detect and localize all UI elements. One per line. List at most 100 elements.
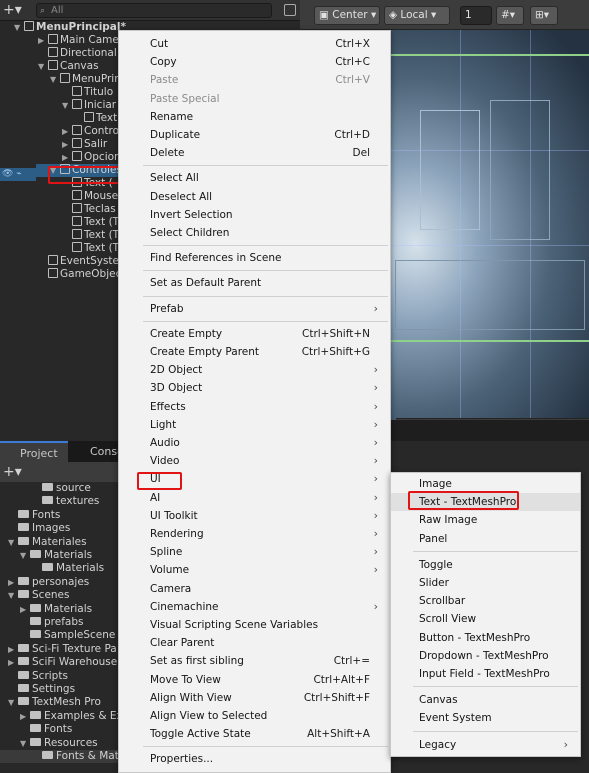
menu-item-shortcut: Ctrl+Shift+G bbox=[301, 346, 370, 358]
menu-item-label: AI bbox=[150, 491, 161, 504]
space-local-dropdown[interactable]: ◈ Local ▾ bbox=[384, 6, 450, 25]
menu-item-deselect-all[interactable]: Deselect All bbox=[119, 188, 390, 206]
text-textmeshpro-highlight-outline bbox=[408, 491, 519, 510]
menu-item-video[interactable]: Video › bbox=[119, 452, 390, 470]
folder-arrow-icon[interactable]: ▶ bbox=[8, 643, 18, 656]
menu-item-prefab[interactable]: Prefab › bbox=[119, 300, 390, 318]
menu-item-rendering[interactable]: Rendering › bbox=[119, 525, 390, 543]
add-button[interactable]: +▾ bbox=[3, 2, 27, 18]
lock-icon[interactable] bbox=[284, 4, 296, 16]
collapse-arrow-icon[interactable]: ▶ bbox=[62, 125, 72, 138]
submenu-item-dropdown-textmeshpro[interactable]: Dropdown - TextMeshPro bbox=[391, 647, 580, 665]
hierarchy-search-input[interactable]: ⌕ All bbox=[36, 3, 272, 18]
folder-arrow-icon[interactable]: ▼ bbox=[8, 536, 18, 549]
submenu-item-raw-image[interactable]: Raw Image bbox=[391, 511, 580, 529]
folder-arrow-icon[interactable]: ▼ bbox=[20, 549, 30, 562]
expand-arrow-icon[interactable]: ▼ bbox=[14, 21, 24, 34]
hierarchy-item-label: Text (T bbox=[84, 242, 120, 254]
menu-item-invert-selection[interactable]: Invert Selection bbox=[119, 206, 390, 224]
gameobject-cube-icon bbox=[72, 229, 82, 239]
folder-arrow-icon[interactable]: ▶ bbox=[20, 603, 30, 616]
menu-item-effects[interactable]: Effects › bbox=[119, 398, 390, 416]
menu-item-ai[interactable]: AI › bbox=[119, 489, 390, 507]
collapse-arrow-icon[interactable]: ▶ bbox=[38, 34, 48, 47]
menu-item-shortcut: Ctrl+= bbox=[333, 655, 370, 668]
menu-item-select-all[interactable]: Select All bbox=[119, 169, 390, 187]
menu-item-set-as-first-sibling[interactable]: Set as first sibling Ctrl+= bbox=[119, 652, 390, 670]
menu-item-camera[interactable]: Camera bbox=[119, 580, 390, 598]
project-item-label: SampleScene bbox=[44, 629, 116, 642]
grid-size-input[interactable]: 1 bbox=[460, 6, 492, 25]
submenu-item-slider[interactable]: Slider bbox=[391, 574, 580, 592]
submenu-item-panel[interactable]: Panel bbox=[391, 530, 580, 548]
menu-item-align-view-to-selected[interactable]: Align View to Selected bbox=[119, 707, 390, 725]
folder-arrow-icon[interactable]: ▶ bbox=[8, 576, 18, 589]
hierarchy-item-label: Directional bbox=[60, 47, 117, 59]
menu-item-audio[interactable]: Audio › bbox=[119, 434, 390, 452]
folder-arrow-icon[interactable]: ▶ bbox=[20, 710, 30, 723]
menu-item-duplicate[interactable]: Duplicate Ctrl+D bbox=[119, 126, 390, 144]
expand-arrow-icon[interactable]: ▼ bbox=[38, 60, 48, 73]
folder-arrow-icon[interactable]: ▼ bbox=[8, 589, 18, 602]
submenu-item-event-system[interactable]: Event System bbox=[391, 709, 580, 727]
submenu-item-canvas[interactable]: Canvas bbox=[391, 691, 580, 709]
menu-item-move-to-view[interactable]: Move To View Ctrl+Alt+F bbox=[119, 671, 390, 689]
menu-separator bbox=[143, 320, 388, 322]
increment-snap-icon[interactable]: ⊞▾ bbox=[530, 6, 558, 25]
menu-item-spline[interactable]: Spline › bbox=[119, 543, 390, 561]
folder-arrow-icon[interactable]: ▶ bbox=[8, 656, 18, 669]
collapse-arrow-icon[interactable]: ▶ bbox=[62, 151, 72, 164]
menu-item-volume[interactable]: Volume › bbox=[119, 561, 390, 579]
menu-item-2d-object[interactable]: 2D Object › bbox=[119, 361, 390, 379]
hierarchy-item-label: MenuPrin bbox=[72, 73, 121, 85]
menu-item-shortcut: Ctrl+Shift+N bbox=[302, 327, 370, 340]
menu-item-visual-scripting-scene-variables[interactable]: Visual Scripting Scene Variables bbox=[119, 616, 390, 634]
menu-item-label: Volume bbox=[150, 564, 190, 577]
submenu-item-scrollbar[interactable]: Scrollbar bbox=[391, 592, 580, 610]
selection-highlight-outline bbox=[48, 166, 123, 184]
menu-item-set-as-default-parent[interactable]: Set as Default Parent bbox=[119, 274, 390, 292]
gameobject-cube-icon bbox=[60, 73, 70, 83]
submenu-item-input-field-textmeshpro[interactable]: Input Field - TextMeshPro bbox=[391, 665, 580, 683]
tab-project[interactable]: Project bbox=[0, 441, 68, 462]
expand-arrow-icon[interactable]: ▼ bbox=[50, 73, 60, 86]
grid-snap-icon[interactable]: #▾ bbox=[496, 6, 524, 25]
submenu-item-label: Toggle bbox=[419, 558, 453, 571]
menu-item-copy[interactable]: Copy Ctrl+C bbox=[119, 53, 390, 71]
submenu-item-button-textmeshpro[interactable]: Button - TextMeshPro bbox=[391, 629, 580, 647]
menu-item-delete[interactable]: Delete Del bbox=[119, 144, 390, 162]
submenu-item-scroll-view[interactable]: Scroll View bbox=[391, 610, 580, 628]
menu-item-label: Deselect All bbox=[150, 190, 213, 203]
menu-item-cinemachine[interactable]: Cinemachine › bbox=[119, 598, 390, 616]
menu-item-align-with-view[interactable]: Align With View Ctrl+Shift+F bbox=[119, 689, 390, 707]
menu-item-properties[interactable]: Properties... bbox=[119, 750, 390, 768]
menu-item-label: Cinemachine bbox=[150, 600, 219, 613]
pivot-center-dropdown[interactable]: ▣ Center ▾ bbox=[314, 6, 380, 25]
expand-arrow-icon[interactable]: ▼ bbox=[62, 99, 72, 112]
menu-item-light[interactable]: Light › bbox=[119, 416, 390, 434]
menu-item-create-empty-parent[interactable]: Create Empty Parent Ctrl+Shift+G bbox=[119, 343, 390, 361]
folder-icon bbox=[18, 684, 29, 692]
collapse-arrow-icon[interactable]: ▶ bbox=[62, 138, 72, 151]
menu-item-create-empty[interactable]: Create Empty Ctrl+Shift+N bbox=[119, 325, 390, 343]
gameobject-cube-icon bbox=[48, 34, 58, 44]
submenu-item-toggle[interactable]: Toggle bbox=[391, 556, 580, 574]
ui-submenu: Image Text - TextMeshPro Raw Image Panel Tog… bbox=[390, 472, 581, 757]
menu-item-label: Delete bbox=[150, 147, 185, 160]
menu-item-label: Prefab bbox=[150, 302, 184, 315]
menu-item-3d-object[interactable]: 3D Object › bbox=[119, 379, 390, 397]
menu-item-select-children[interactable]: Select Children bbox=[119, 224, 390, 242]
add-asset-button[interactable]: +▾ bbox=[3, 464, 27, 480]
chevron-right-icon: › bbox=[373, 301, 378, 315]
menu-item-find-references-in-scene[interactable]: Find References in Scene bbox=[119, 249, 390, 267]
submenu-item-legacy[interactable]: Legacy › bbox=[391, 736, 580, 754]
menu-item-cut[interactable]: Cut Ctrl+X bbox=[119, 35, 390, 53]
visibility-toggle-icon[interactable]: 👁 ⌁ bbox=[0, 168, 36, 181]
folder-arrow-icon[interactable]: ▼ bbox=[20, 737, 30, 750]
menu-item-clear-parent[interactable]: Clear Parent bbox=[119, 634, 390, 652]
folder-arrow-icon[interactable]: ▼ bbox=[8, 696, 18, 709]
menu-item-toggle-active-state[interactable]: Toggle Active State Alt+Shift+A bbox=[119, 725, 390, 743]
menu-item-ui-toolkit[interactable]: UI Toolkit › bbox=[119, 507, 390, 525]
project-item-label: prefabs bbox=[44, 616, 84, 628]
menu-item-rename[interactable]: Rename bbox=[119, 108, 390, 126]
